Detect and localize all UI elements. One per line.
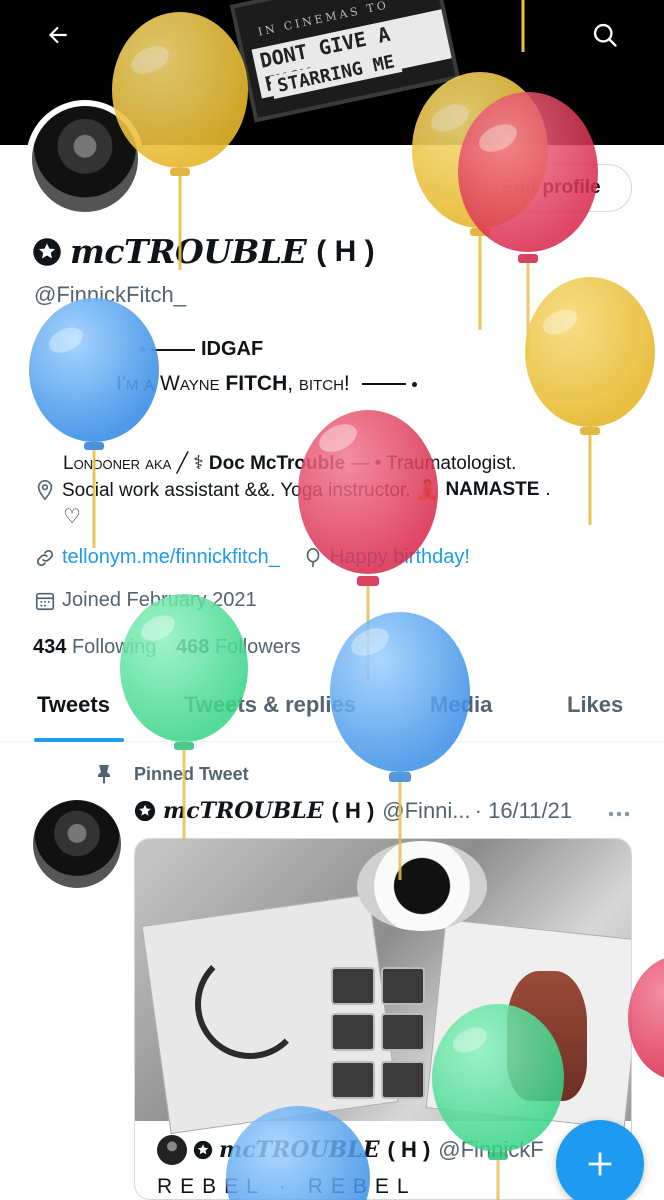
avatar (32, 106, 138, 212)
profile-tabs: Tweets Tweets & replies Media Likes (0, 682, 664, 742)
followers-label: Followers (214, 636, 301, 658)
birthday-text[interactable]: Happy birthday! (330, 546, 470, 569)
profile-handle: @FinnickFitch_ (34, 282, 186, 307)
plus-icon (588, 1152, 612, 1176)
location-row: Social work assistant &&. Yoga instructo… (34, 478, 551, 502)
bio-idgaf: IDGAF (201, 338, 264, 360)
media-scan (331, 1061, 375, 1099)
bio-line-1: IDGAF (140, 338, 263, 361)
tweet-author-avatar[interactable] (33, 800, 121, 888)
star-circle-icon (193, 1140, 213, 1160)
tweet-author-suffix: ( H ) (331, 798, 375, 823)
balloon-red (628, 958, 664, 1078)
profile-name-row: mcTROUBLE ( H ) (32, 232, 375, 271)
media-coffee-cup (357, 841, 487, 931)
profile-meta-row: tellonym.me/finnickfitch_ Happy birthday… (34, 546, 470, 569)
media-scan (381, 1013, 425, 1051)
location-text: Social work assistant &&. Yoga instructo… (62, 480, 440, 501)
avatar (157, 1135, 187, 1165)
location-pin-icon (37, 480, 53, 501)
tweet-media-image[interactable] (135, 839, 631, 1134)
following-link[interactable]: 434 Following (33, 636, 156, 658)
media-scan (331, 1013, 375, 1051)
bio-line2-post: , bitch! (287, 372, 350, 395)
bio-line-3: Londoner aka ╱ ⚕ Doc McTrouble — • Traum… (63, 452, 516, 475)
following-count: 434 (33, 636, 67, 658)
media-anatomy-figure (507, 971, 587, 1101)
compose-tweet-button[interactable] (556, 1120, 644, 1200)
star-circle-icon (33, 237, 61, 266)
quoted-tweet-text: REBEL · REBEL (157, 1175, 417, 1198)
bio-dash (361, 383, 406, 386)
star-circle-icon (134, 800, 156, 822)
bio-line3-bold: Doc McTrouble (208, 453, 346, 474)
media-scan (331, 967, 375, 1005)
location-end: . (545, 479, 551, 500)
arrow-left-icon (48, 26, 67, 44)
tweet-date: · 16/11/21 (474, 798, 573, 823)
link-icon (36, 549, 54, 566)
balloon-icon (306, 547, 320, 567)
pinned-tweet-label: Pinned Tweet (92, 762, 249, 786)
quoted-author-suffix: ( H ) (387, 1137, 431, 1162)
tweet-more-button[interactable] (604, 800, 634, 828)
joined-text: Joined February 2021 (62, 589, 257, 611)
tab-tweets[interactable]: Tweets (37, 692, 110, 718)
media-scan (381, 967, 425, 1005)
tab-likes[interactable]: Likes (567, 692, 623, 718)
profile-avatar[interactable] (26, 100, 144, 218)
display-name-suffix: ( H ) (316, 234, 375, 268)
active-tab-indicator (34, 738, 124, 742)
bio-line2-pre: I'm a Wayne (116, 372, 220, 395)
back-button[interactable] (38, 15, 78, 55)
tab-media[interactable]: Media (430, 692, 492, 718)
stethoscope-icon: ⚕ (193, 453, 204, 474)
tweet-media-card[interactable]: mcTROUBLE ( H ) @FinnickF REBEL · REBEL (134, 838, 632, 1200)
pin-icon (98, 765, 110, 784)
follow-stats: 434 Following 468 Followers (33, 636, 301, 659)
profile-link[interactable]: tellonym.me/finnickfitch_ (62, 546, 280, 569)
bio-dot (140, 347, 145, 352)
tweet-header: mcTROUBLE ( H ) @Finni... · 16/11/21 (134, 798, 572, 824)
bio-heart: ♡ (63, 506, 81, 528)
media-scan (381, 1061, 425, 1099)
quoted-tweet-header: mcTROUBLE ( H ) @FinnickF (157, 1135, 544, 1165)
balloon-blue (29, 298, 159, 548)
tweet-author-name[interactable]: mcTROUBLE (163, 798, 324, 824)
bio-dash (151, 348, 195, 351)
search-icon (593, 23, 617, 47)
followers-count: 468 (175, 636, 210, 658)
location-bold: NAMASTE (445, 479, 540, 500)
bio-line3-post: — • Traumatologist. (350, 453, 517, 474)
more-icon (608, 811, 630, 817)
balloon-red (298, 410, 438, 680)
edit-profile-button[interactable]: Edit profile (470, 164, 632, 212)
display-name: mcTROUBLE (70, 232, 307, 271)
bio-line3-pre: Londoner aka (63, 453, 172, 474)
bio-line2-bold: FITCH (225, 372, 288, 395)
tab-tweets-replies[interactable]: Tweets & replies (184, 692, 356, 718)
bio-line-2: I'm a Wayne FITCH, bitch! (116, 372, 417, 396)
following-label: Following (71, 636, 157, 658)
bio-dot (411, 381, 417, 387)
joined-row: Joined February 2021 (34, 589, 257, 612)
bio-line3-sep: ╱ (176, 453, 189, 474)
search-button[interactable] (585, 15, 625, 55)
followers-link[interactable]: 468 Followers (176, 636, 301, 658)
pinned-text: Pinned Tweet (134, 763, 249, 784)
banner-marquee-sign: IN CINEMAS TO DONT GIVE A FUCK STARRING … (229, 0, 461, 123)
tweet-author-handle: @Finni... (382, 798, 471, 823)
media-stethoscope (195, 949, 305, 1059)
calendar-icon (35, 592, 55, 610)
quoted-author-handle: @FinnickF (438, 1137, 544, 1162)
quoted-author-name: mcTROUBLE (219, 1137, 380, 1163)
